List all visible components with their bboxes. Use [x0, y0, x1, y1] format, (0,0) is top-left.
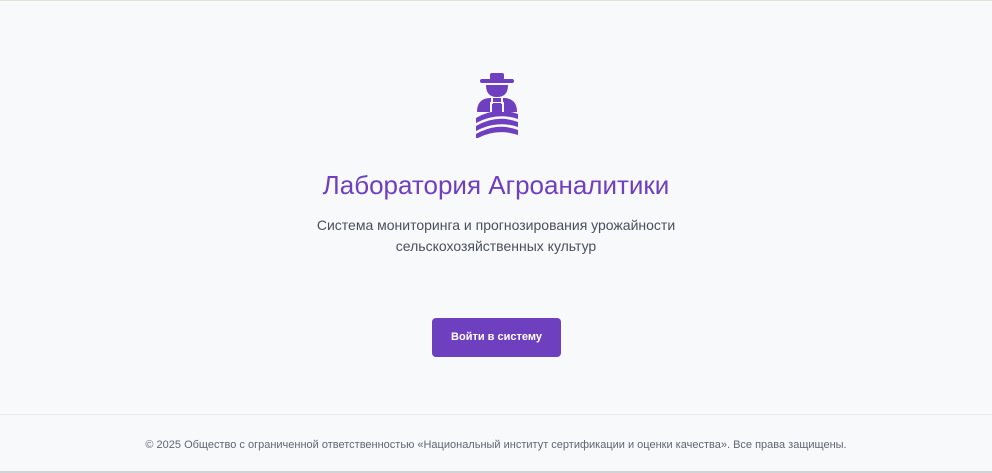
landing-main: Лаборатория Агроаналитики Система монито…: [0, 0, 992, 414]
farmer-icon: [472, 72, 522, 140]
login-button[interactable]: Войти в систему: [432, 318, 561, 357]
footer: © 2025 Общество с ограниченной ответстве…: [0, 414, 992, 473]
page-subtitle: Система мониторинга и прогнозирования ур…: [0, 215, 992, 257]
footer-copyright: © 2025 Общество с ограниченной ответстве…: [145, 439, 847, 451]
subtitle-line-1: Система мониторинга и прогнозирования ур…: [316, 217, 676, 233]
subtitle-line-2: сельскохозяйственных культур: [395, 238, 597, 254]
page-title: Лаборатория Агроаналитики: [322, 170, 670, 200]
